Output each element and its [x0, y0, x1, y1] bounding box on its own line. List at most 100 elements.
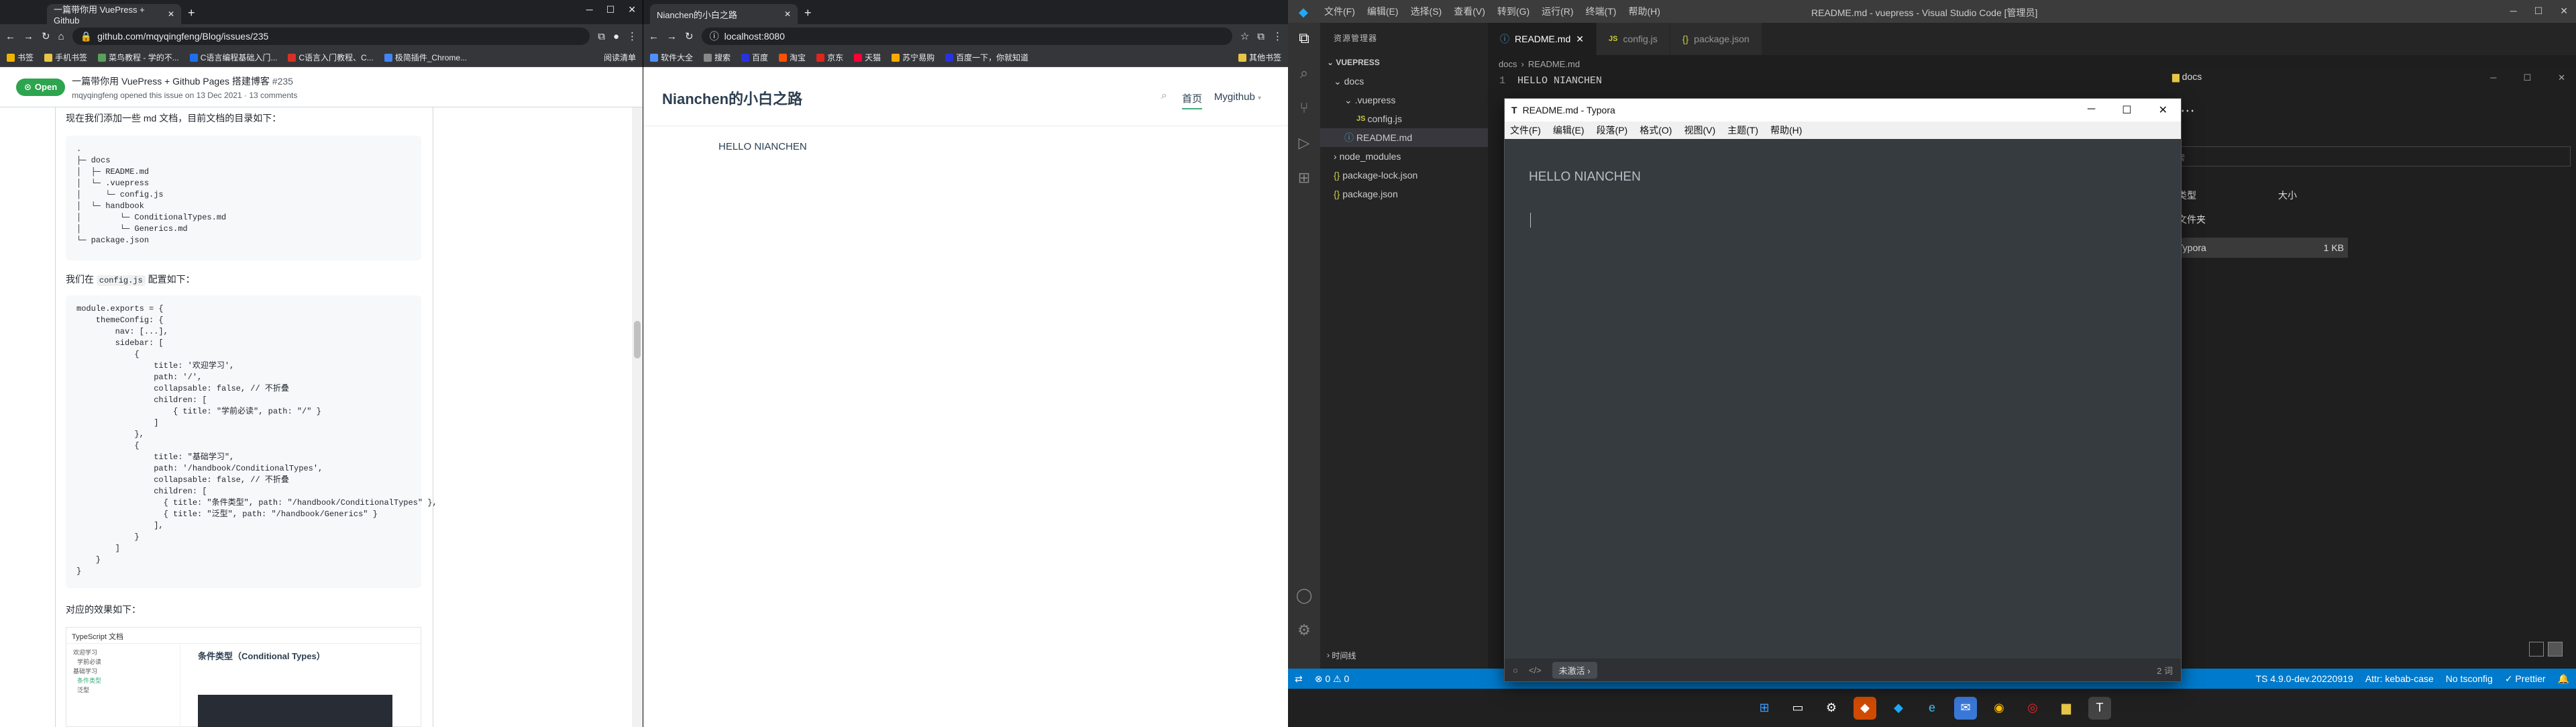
menu-item[interactable]: 查看(V) — [1454, 5, 1485, 18]
settings-gear-icon[interactable]: ⚙ — [1297, 622, 1311, 639]
reload-icon[interactable]: ↻ — [685, 30, 694, 42]
nav-github-link[interactable]: Mygithub ▾ — [1214, 91, 1261, 103]
breadcrumb-item[interactable]: README.md — [1528, 59, 1580, 69]
task-view-icon[interactable]: ▭ — [1786, 697, 1809, 720]
file-row[interactable]: Typora 1 KB — [2160, 238, 2348, 258]
maximize-icon[interactable]: ☐ — [2523, 72, 2531, 83]
netease-music-icon[interactable]: ◎ — [2021, 697, 2044, 720]
timeline-section[interactable]: › 时间线 — [1327, 646, 1356, 665]
app-icon[interactable]: ◆ — [1854, 696, 1876, 720]
minimize-icon[interactable]: ─ — [586, 4, 593, 15]
details-view-icon[interactable] — [2529, 642, 2544, 657]
search-icon[interactable]: ⌕ — [1300, 64, 1308, 82]
tree-item-file[interactable]: {} package-lock.json — [1320, 166, 1488, 185]
bookmark-item[interactable]: 天猫 — [854, 52, 881, 63]
nav-home-link[interactable]: 首页 — [1181, 91, 1202, 109]
menu-icon[interactable]: ⋮ — [1273, 30, 1283, 42]
scroll-thumb[interactable] — [634, 321, 641, 358]
other-bookmarks[interactable]: 其他书签 — [1238, 52, 1281, 63]
breadcrumb-item[interactable]: docs — [1499, 59, 1517, 69]
bookmark-item[interactable]: 百度 — [741, 52, 768, 63]
tree-item-folder[interactable]: ⌄ .vuepress — [1320, 91, 1488, 109]
bookmark-item[interactable]: 百度一下，你就知道 — [945, 52, 1028, 63]
back-icon[interactable]: ← — [5, 31, 15, 42]
mail-icon[interactable]: ✉ — [1954, 696, 1977, 720]
status-item[interactable]: Attr: kebab-case — [2365, 673, 2434, 684]
bookmark-item[interactable]: 京东 — [816, 52, 843, 63]
menu-item[interactable]: 帮助(H) — [1770, 124, 1802, 137]
typora-editor[interactable]: HELLO NIANCHEN — [1505, 139, 2181, 660]
new-tab-icon[interactable]: + — [804, 6, 812, 20]
maximize-icon[interactable]: ☐ — [606, 4, 615, 15]
profile-icon[interactable]: ● — [613, 31, 619, 42]
bookmark-item[interactable]: C语言编程基础入门... — [189, 52, 277, 63]
browser-tab-localhost[interactable]: Nianchen的小白之路 ✕ — [650, 4, 798, 24]
bell-icon[interactable]: 🔔 — [2558, 673, 2569, 685]
editor-tab[interactable]: {} package.json — [1670, 23, 1762, 55]
code-line[interactable]: 1 HELLO NIANCHEN — [1488, 72, 1602, 89]
status-item[interactable]: TS 4.9.0-dev.20220919 — [2256, 673, 2353, 684]
close-tab-icon[interactable]: ✕ — [168, 9, 174, 19]
new-tab-icon[interactable]: + — [188, 6, 195, 20]
sidebar-toggle-icon[interactable]: ○ — [1513, 665, 1518, 675]
close-icon[interactable]: ✕ — [2159, 103, 2167, 117]
menu-item[interactable]: 文件(F) — [1510, 124, 1541, 137]
source-control-icon[interactable]: ⑂ — [1299, 99, 1308, 117]
menu-item[interactable]: 段落(P) — [1597, 124, 1628, 137]
menu-item[interactable]: 运行(R) — [1542, 5, 1573, 18]
star-icon[interactable]: ☆ — [1240, 30, 1249, 42]
menu-item[interactable]: 格式(O) — [1640, 124, 1672, 137]
minimize-icon[interactable]: ─ — [2088, 103, 2095, 117]
tree-item-file[interactable]: JS config.js — [1320, 109, 1488, 128]
tiles-view-icon[interactable] — [2548, 642, 2563, 657]
more-options-icon[interactable]: ⋯ — [2180, 102, 2195, 119]
extension-icon[interactable]: ⧉ — [598, 31, 605, 42]
menu-item[interactable]: 选择(S) — [1411, 5, 1442, 18]
bookmark-item[interactable]: 搜索 — [704, 52, 731, 63]
typora-icon[interactable]: T — [2088, 696, 2111, 720]
address-bar[interactable]: ⓘ localhost:8080 — [701, 28, 1232, 45]
account-icon[interactable]: ◯ — [1296, 587, 1313, 604]
status-item[interactable]: ✓ Prettier — [2505, 673, 2546, 685]
menu-item[interactable]: 视图(V) — [1684, 124, 1715, 137]
menu-item[interactable]: 编辑(E) — [1367, 5, 1399, 18]
close-tab-icon[interactable]: ✕ — [784, 9, 791, 19]
vscode-icon[interactable]: ◆ — [1887, 697, 1910, 720]
word-count[interactable]: 2 词 — [2157, 664, 2173, 677]
activation-button[interactable]: 未激活 › — [1552, 661, 1597, 679]
close-tab-icon[interactable]: ✕ — [1576, 34, 1584, 45]
maximize-icon[interactable]: ☐ — [2122, 103, 2131, 117]
tree-item-folder[interactable]: ⌄ docs — [1320, 72, 1488, 91]
settings-icon[interactable]: ⚙ — [1820, 697, 1843, 720]
chrome-icon[interactable]: ◉ — [1988, 697, 2010, 720]
remote-icon[interactable]: ⇄ — [1295, 673, 1303, 685]
back-icon[interactable]: ← — [649, 31, 659, 42]
bookmark-item[interactable]: 菜鸟教程 - 学的不... — [98, 52, 179, 63]
run-debug-icon[interactable]: ▷ — [1299, 134, 1310, 152]
home-icon[interactable]: ⌂ — [58, 31, 64, 42]
col-size-header[interactable]: 大小 — [2278, 189, 2297, 202]
menu-item[interactable]: 主题(T) — [1727, 124, 1758, 137]
bookmark-item[interactable]: 苏宁易购 — [892, 52, 934, 63]
forward-icon[interactable]: → — [667, 31, 677, 42]
forward-icon[interactable]: → — [23, 31, 34, 42]
menu-icon[interactable]: ⋮ — [627, 30, 637, 42]
reading-list[interactable]: 阅读清单 — [604, 52, 636, 63]
close-icon[interactable]: ✕ — [2560, 5, 2568, 17]
site-brand[interactable]: Nianchen的小白之路 — [662, 87, 802, 109]
bookmark-item[interactable]: 手机书签 — [44, 52, 87, 63]
search-icon[interactable]: ⌕ — [1161, 90, 1167, 102]
windows-start-icon[interactable]: ⊞ — [1753, 697, 1776, 720]
menu-item[interactable]: 文件(F) — [1324, 5, 1355, 18]
extension-icon[interactable]: ⧉ — [1257, 31, 1265, 42]
tree-item-file[interactable]: ⓘ README.md — [1320, 128, 1488, 147]
file-explorer-icon[interactable]: ▆ — [2055, 697, 2078, 720]
bookmark-item[interactable]: 书签 — [7, 52, 34, 63]
problems-count[interactable]: ⊗ 0 ⚠ 0 — [1315, 673, 1350, 685]
edge-icon[interactable]: e — [1921, 697, 1943, 720]
menu-item[interactable]: 编辑(E) — [1553, 124, 1585, 137]
page-scrollbar[interactable] — [632, 107, 643, 727]
bookmark-item[interactable]: 淘宝 — [779, 52, 806, 63]
menu-item[interactable]: 终端(T) — [1586, 5, 1617, 18]
close-icon[interactable]: ✕ — [628, 4, 636, 15]
